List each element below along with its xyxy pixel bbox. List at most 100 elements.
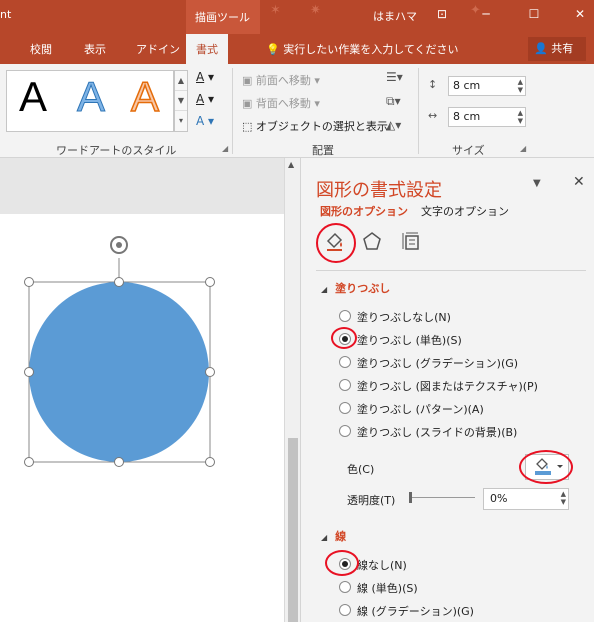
selection-pane-button[interactable]: ⬚ オブジェクトの選択と表示 xyxy=(242,118,388,134)
context-group-label: 描画ツール xyxy=(195,11,250,24)
width-input[interactable]: 8 cm ▲ ▼ xyxy=(448,107,526,127)
text-fill-icon[interactable]: A ▾ xyxy=(196,70,224,88)
selection-pane-label: オブジェクトの選択と表示 xyxy=(255,120,388,133)
height-row: ↕ 8 cm ▲ ▼ xyxy=(428,76,528,96)
wordart-style-blue[interactable]: A xyxy=(76,73,105,121)
bring-forward-button[interactable]: ▣ 前面へ移動 ▾ xyxy=(242,72,320,88)
tab-addins[interactable]: アドイン xyxy=(136,41,180,57)
radio-label: 塗りつぶしなし(N) xyxy=(357,311,451,324)
height-input[interactable]: 8 cm ▲ ▼ xyxy=(448,76,526,96)
pane-divider xyxy=(316,270,586,271)
effects-pentagon-icon[interactable] xyxy=(358,230,386,256)
wordart-dialog-launcher-icon[interactable]: ◢ xyxy=(222,144,228,153)
pane-close-icon[interactable]: ✕ xyxy=(573,174,585,190)
wordart-style-orange[interactable]: A xyxy=(130,72,160,121)
resize-handle[interactable] xyxy=(24,277,34,287)
width-row: ↔ 8 cm ▲ ▼ xyxy=(428,107,528,127)
tab-text-options[interactable]: 文字のオプション xyxy=(421,203,509,219)
share-label: 共有 xyxy=(551,42,574,55)
lightbulb-icon: 💡 xyxy=(266,43,280,56)
radio-button[interactable] xyxy=(339,402,351,414)
ribbon-display-options-icon[interactable]: ⊡ xyxy=(430,4,454,26)
send-backward-button[interactable]: ▣ 背面へ移動 ▾ xyxy=(242,95,320,111)
resize-handle[interactable] xyxy=(205,277,215,287)
scroll-up-icon[interactable]: ▲ xyxy=(288,160,294,169)
group-divider xyxy=(418,68,419,154)
transparency-input[interactable]: 0% ▲ ▼ xyxy=(483,488,569,510)
arrange-group-label: 配置 xyxy=(312,144,334,157)
radio-label: 線 (グラデーション)(G) xyxy=(357,605,474,618)
height-icon: ↕ xyxy=(428,78,438,91)
tab-review[interactable]: 校閲 xyxy=(30,41,52,57)
resize-handle[interactable] xyxy=(205,457,215,467)
tab-shape-options[interactable]: 図形のオプション xyxy=(320,203,408,219)
size-properties-icon[interactable] xyxy=(397,230,425,256)
vertical-scrollbar[interactable]: ▲ xyxy=(284,158,300,622)
gallery-scroll[interactable]: ▲ ▼ ▾ xyxy=(174,70,188,132)
radio-button[interactable] xyxy=(339,425,351,437)
height-spinner-icon[interactable]: ▲ ▼ xyxy=(518,78,523,94)
collapse-triangle-icon: ◢ xyxy=(321,285,328,294)
send-backward-icon: ▣ xyxy=(242,97,256,110)
wordart-group-label: ワードアートのスタイル xyxy=(56,144,177,157)
radio-button[interactable] xyxy=(339,310,351,322)
app-title: nt xyxy=(0,8,12,21)
rotate-icon[interactable]: ◭▾ xyxy=(386,118,401,132)
resize-handle[interactable] xyxy=(205,367,215,377)
slide[interactable] xyxy=(0,214,284,622)
width-value: 8 cm xyxy=(453,110,481,123)
height-value: 8 cm xyxy=(453,79,481,92)
text-outline-icon[interactable]: A ▾ xyxy=(196,92,224,110)
collapse-triangle-icon: ◢ xyxy=(321,533,328,542)
maximize-icon[interactable]: ☐ xyxy=(522,4,546,26)
scroll-thumb[interactable] xyxy=(288,438,298,622)
line-header-label: 線 xyxy=(335,530,347,543)
ribbon: A A A ▲ ▼ ▾ A ▾ A ▾ A ▾ ワードアートのスタイル ◢ ▣ … xyxy=(0,64,594,158)
pane-options-icon[interactable]: ▼ xyxy=(533,178,541,189)
radio-button[interactable] xyxy=(339,604,351,616)
minimize-icon[interactable]: ─ xyxy=(474,4,498,26)
transparency-slider-track[interactable] xyxy=(411,497,475,498)
fill-section-header[interactable]: ◢ 塗りつぶし xyxy=(321,280,390,296)
tell-me-box[interactable]: 💡 実行したい作業を入力してください xyxy=(266,41,459,57)
text-effects-icon[interactable]: A ▾ xyxy=(196,114,224,132)
close-icon[interactable]: ✕ xyxy=(568,4,592,26)
group-icon[interactable]: ⧉▾ xyxy=(386,94,401,109)
transparency-slider-thumb[interactable] xyxy=(409,492,412,503)
ribbon-tab-bar: 校閲 表示 アドイン 書式 💡 実行したい作業を入力してください 👤 共有 xyxy=(0,34,594,64)
resize-handle[interactable] xyxy=(114,457,124,467)
resize-handle[interactable] xyxy=(24,457,34,467)
wordart-gallery[interactable]: A A A xyxy=(6,70,174,132)
line-section-header[interactable]: ◢ 線 xyxy=(321,528,346,544)
radio-button[interactable] xyxy=(339,356,351,368)
resize-handle[interactable] xyxy=(24,367,34,377)
tell-me-text: 実行したい作業を入力してください xyxy=(283,43,459,56)
title-bar: nt 描画ツール ✶ ✷ ✦ はまハマ ⊡ ─ ☐ ✕ xyxy=(0,0,594,34)
circle-shape[interactable] xyxy=(29,282,209,462)
bring-forward-label: 前面へ移動 xyxy=(255,74,311,87)
user-name[interactable]: はまハマ xyxy=(373,8,417,24)
resize-handle[interactable] xyxy=(114,277,124,287)
fill-header-label: 塗りつぶし xyxy=(335,282,391,295)
highlight-circle xyxy=(316,223,356,263)
radio-button[interactable] xyxy=(339,581,351,593)
transparency-spinner-icon[interactable]: ▲ ▼ xyxy=(561,490,566,506)
tab-view[interactable]: 表示 xyxy=(84,41,106,57)
radio-label: 塗りつぶし (図またはテクスチャ)(P) xyxy=(357,380,538,393)
radio-label: 線なし(N) xyxy=(357,559,407,572)
radio-button[interactable] xyxy=(339,379,351,391)
width-spinner-icon[interactable]: ▲ ▼ xyxy=(518,109,523,125)
highlight-circle xyxy=(325,550,359,576)
width-icon: ↔ xyxy=(428,109,438,122)
size-dialog-launcher-icon[interactable]: ◢ xyxy=(520,144,526,153)
rotate-handle-icon[interactable] xyxy=(110,236,128,254)
gallery-up-icon[interactable]: ▲ xyxy=(175,71,187,91)
wordart-style-plain[interactable]: A xyxy=(19,73,47,121)
tab-format[interactable]: 書式 xyxy=(186,34,228,64)
share-button[interactable]: 👤 共有 xyxy=(528,37,586,61)
radio-label: 塗りつぶし (グラデーション)(G) xyxy=(357,357,519,370)
align-icon[interactable]: ☰▾ xyxy=(386,70,403,84)
bring-forward-icon: ▣ xyxy=(242,74,256,87)
gallery-more-icon[interactable]: ▾ xyxy=(175,111,187,131)
gallery-down-icon[interactable]: ▼ xyxy=(175,91,187,111)
